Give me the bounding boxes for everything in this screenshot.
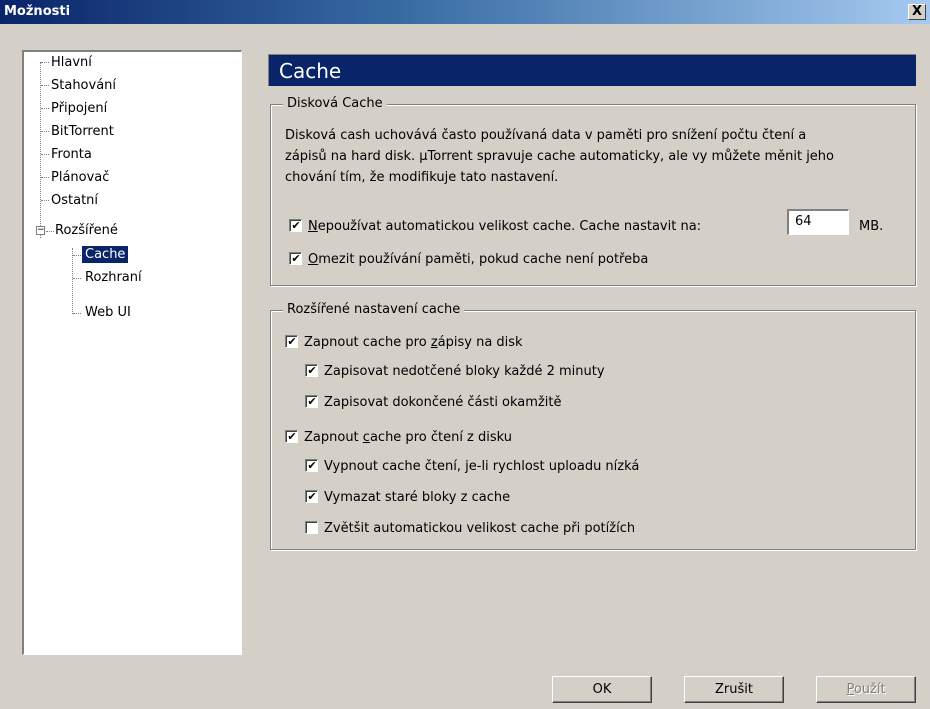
disk-cache-description: Disková cash uchovává často používaná da… <box>285 125 915 188</box>
advanced-cache-legend: Rozšířené nastavení cache <box>283 302 465 317</box>
checkbox-label: Vypnout cache čtení, je-li rychlost uplo… <box>324 459 640 474</box>
checkbox-checked-icon[interactable] <box>305 490 318 503</box>
checkbox-label: Zapnout <box>304 430 363 445</box>
description-line: chování tím, že modifikuje tato nastaven… <box>285 170 559 185</box>
checkbox-label: epoužívat automatickou velikost cache. C… <box>317 219 702 234</box>
sidebar-item-label: Cache <box>82 246 129 263</box>
sidebar-item-rozhrani[interactable]: Rozhraní <box>82 267 145 289</box>
mnemonic: N <box>308 219 318 234</box>
checkbox-checked-icon[interactable] <box>285 430 298 443</box>
checkbox-checked-icon[interactable] <box>305 459 318 472</box>
sidebar-item-web-ui[interactable]: Web UI <box>82 302 134 324</box>
grow-on-thrash-checkbox[interactable]: Zvětšit automatickou velikost cache při … <box>305 519 635 539</box>
sidebar-item-stahovani[interactable]: Stahování <box>48 75 119 97</box>
sidebar-item-ostatni[interactable]: Ostatní <box>48 190 101 212</box>
write-cache-checkbox[interactable]: Zapnout cache pro zápisy na disk <box>285 333 523 353</box>
checkbox-label: Zvětšit automatickou velikost cache při … <box>324 521 636 536</box>
sidebar-item-label: Fronta <box>51 147 92 162</box>
tree-connector <box>40 62 41 238</box>
write-untouched-checkbox[interactable]: Zapisovat nedotčené bloky každé 2 minuty <box>305 362 605 382</box>
apply-label: oužít <box>853 682 886 697</box>
tree-connector <box>72 248 73 314</box>
checkbox-checked-icon[interactable] <box>305 364 318 377</box>
title-bar: Možnosti X <box>0 0 930 24</box>
cancel-button[interactable]: Zrušit <box>684 676 784 703</box>
checkbox-label: Zapnout cache pro <box>304 335 431 350</box>
description-line: zápisů na hard disk. µTorrent spravuje c… <box>285 149 835 164</box>
close-icon: X <box>911 4 923 19</box>
sidebar-item-label: Hlavní <box>51 55 92 70</box>
purge-old-checkbox[interactable]: Vymazat staré bloky z cache <box>305 488 510 508</box>
mnemonic: c <box>362 430 370 445</box>
sidebar-item-label: Rozhraní <box>85 270 142 285</box>
sidebar-item-label: Stahování <box>51 78 117 93</box>
sidebar-item-label: Plánovač <box>51 170 110 185</box>
sidebar-item-planovac[interactable]: Plánovač <box>48 167 112 189</box>
disk-cache-legend: Disková Cache <box>283 96 387 111</box>
checkbox-label: Zapisovat dokončené části okamžitě <box>324 395 562 410</box>
write-finished-checkbox[interactable]: Zapisovat dokončené části okamžitě <box>305 393 561 413</box>
collapse-icon[interactable]: − <box>36 226 45 235</box>
reduce-memory-checkbox[interactable]: Omezit používání paměti, pokud cache nen… <box>289 250 648 270</box>
cache-size-input[interactable]: 64 <box>787 209 849 235</box>
cache-size-unit: MB. <box>859 219 884 234</box>
advanced-cache-group: Rozšířené nastavení cache Zapnout cache … <box>270 302 916 550</box>
checkbox-checked-icon[interactable] <box>289 219 302 232</box>
apply-button[interactable]: Použít <box>816 676 916 703</box>
checkbox-label: Zapisovat nedotčené bloky každé 2 minuty <box>324 364 605 379</box>
sidebar-item-rozsirene[interactable]: Rozšířené <box>52 220 121 242</box>
checkbox-label: ache pro čtení z disku <box>369 430 513 445</box>
checkbox-checked-icon[interactable] <box>289 252 302 265</box>
checkbox-label: Vymazat staré bloky z cache <box>324 490 511 505</box>
checkbox-label: mezit používání paměti, pokud cache není… <box>318 252 649 267</box>
sidebar-item-fronta[interactable]: Fronta <box>48 144 95 166</box>
sidebar-item-pripojeni[interactable]: Připojení <box>48 98 110 120</box>
mnemonic: O <box>308 252 319 267</box>
sidebar-item-hlavni[interactable]: Hlavní <box>48 52 95 74</box>
override-size-checkbox[interactable]: Nepoužívat automatickou velikost cache. … <box>289 217 701 237</box>
checkbox-unchecked-icon[interactable] <box>305 521 318 534</box>
mnemonic: z <box>430 335 438 350</box>
disk-cache-group: Disková Cache Disková cash uchovává čast… <box>270 96 916 286</box>
sidebar-item-bittorrent[interactable]: BitTorrent <box>48 121 117 143</box>
checkbox-label: ápisy na disk <box>437 335 523 350</box>
close-button[interactable]: X <box>908 4 926 20</box>
sidebar-item-label: BitTorrent <box>51 124 114 139</box>
description-line: Disková cash uchovává často používaná da… <box>285 128 807 143</box>
mnemonic: P <box>846 682 854 697</box>
sidebar-item-cache[interactable]: Cache <box>82 244 129 266</box>
read-cache-checkbox[interactable]: Zapnout cache pro čtení z disku <box>285 428 512 448</box>
checkbox-checked-icon[interactable] <box>305 395 318 408</box>
sidebar-item-label: Ostatní <box>51 193 99 208</box>
settings-tree[interactable]: Hlavní Stahování Připojení BitTorrent Fr… <box>22 50 242 655</box>
disable-read-slow-checkbox[interactable]: Vypnout cache čtení, je-li rychlost uplo… <box>305 457 639 477</box>
window-title: Možnosti <box>4 4 71 19</box>
checkbox-checked-icon[interactable] <box>285 335 298 348</box>
page-title: Cache <box>268 54 916 86</box>
sidebar-item-label: Rozšířené <box>55 223 118 238</box>
sidebar-item-label: Připojení <box>51 101 108 116</box>
ok-button[interactable]: OK <box>552 676 652 703</box>
sidebar-item-label: Web UI <box>85 305 131 320</box>
